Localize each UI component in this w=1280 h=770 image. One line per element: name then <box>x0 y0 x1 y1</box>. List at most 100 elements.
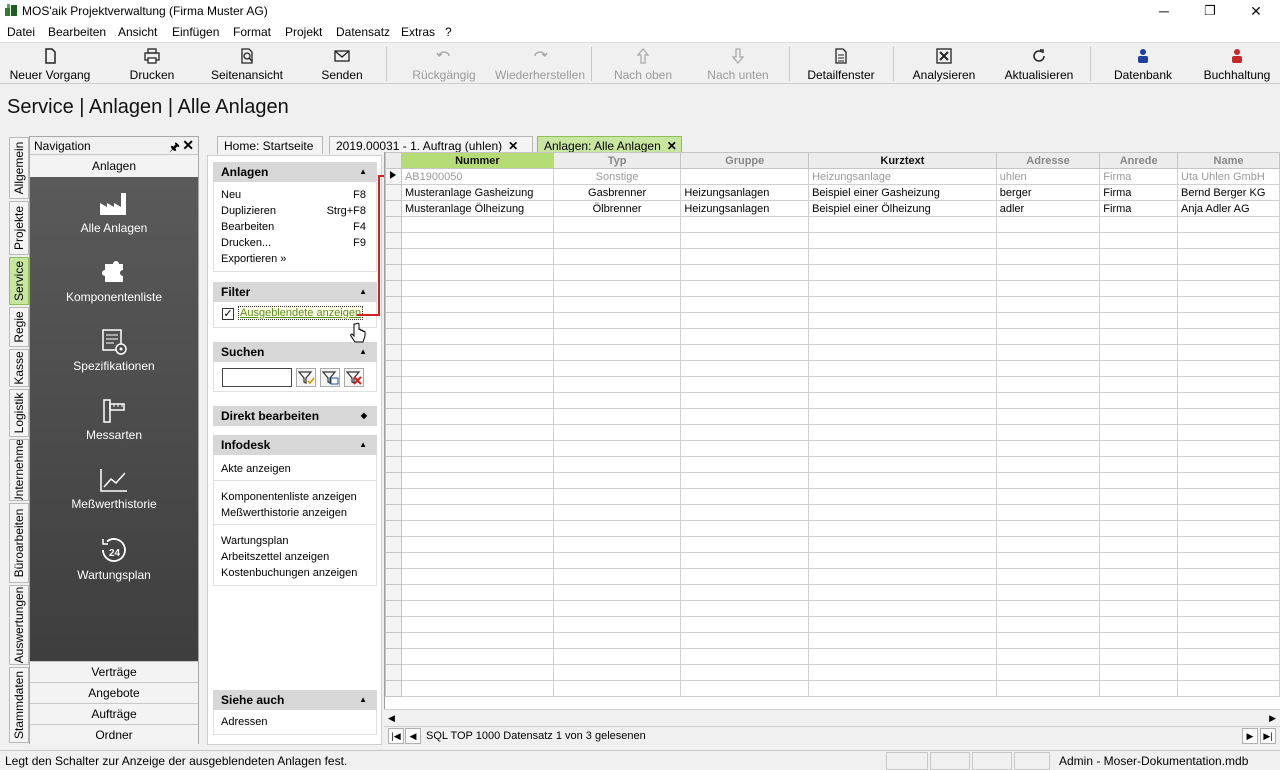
table-row-new[interactable]: AB1900050 Sonstige Heizungsanlage uhlen … <box>385 168 1280 185</box>
next-record-button[interactable]: ▶ <box>1242 728 1258 744</box>
print-button[interactable]: Drucken <box>120 43 184 83</box>
move-down-button[interactable]: Nach unten <box>700 43 776 83</box>
task-group-header[interactable]: Siehe auch ▲ <box>213 690 377 710</box>
cell[interactable]: Beispiel einer Gasheizung <box>808 184 997 201</box>
tab-stammdaten[interactable]: Stammdaten <box>9 667 29 743</box>
task-wartungsplan[interactable]: Wartungsplan <box>214 533 376 549</box>
menu-format[interactable]: Format <box>233 25 271 39</box>
cell[interactable]: Musteranlage Ölheizung <box>400 200 554 217</box>
minimize-button[interactable]: ─ <box>1141 0 1187 22</box>
analyze-button[interactable]: Analysieren <box>908 43 980 83</box>
menu-extras[interactable]: Extras <box>401 25 435 39</box>
menu-einfuegen[interactable]: Einfügen <box>172 25 219 39</box>
move-up-button[interactable]: Nach oben <box>608 43 678 83</box>
filter-edit-button[interactable] <box>320 368 340 387</box>
task-neu[interactable]: Neu F8 <box>214 187 376 203</box>
close-button[interactable]: ✕ <box>1233 0 1279 22</box>
close-icon[interactable]: ✕ <box>182 137 194 154</box>
tab-projekte[interactable]: Projekte <box>9 201 29 255</box>
cell[interactable]: AB1900050 <box>400 168 554 185</box>
column-header-gruppe[interactable]: Gruppe <box>680 152 810 169</box>
tab-regie[interactable]: Regie <box>9 307 29 347</box>
cell[interactable]: Uta Uhlen GmbH <box>1177 168 1280 185</box>
nav-item-messarten[interactable]: Messarten <box>30 398 198 442</box>
show-hidden-checkbox[interactable]: ✓ <box>222 308 234 320</box>
cell[interactable] <box>680 168 810 185</box>
menu-datei[interactable]: Datei <box>7 25 35 39</box>
nav-section-angebote[interactable]: Angebote <box>30 682 198 703</box>
cell[interactable]: Musteranlage Gasheizung <box>400 184 554 201</box>
tab-allgemein[interactable]: Allgemein <box>9 137 29 199</box>
tab-service[interactable]: Service <box>9 257 29 305</box>
task-group-header[interactable]: Anlagen ▲ <box>213 162 377 182</box>
menu-bearbeiten[interactable]: Bearbeiten <box>48 25 106 39</box>
column-header-kurztext[interactable]: Kurztext <box>808 152 997 169</box>
cell[interactable]: Firma <box>1099 168 1179 185</box>
nav-section-auftraege[interactable]: Aufträge <box>30 703 198 724</box>
task-akte-anzeigen[interactable]: Akte anzeigen <box>214 461 376 477</box>
redo-button[interactable]: Wiederherstellen <box>494 43 586 83</box>
nav-item-wartungsplan[interactable]: 24 Wartungsplan <box>30 536 198 582</box>
menu-projekt[interactable]: Projekt <box>285 25 322 39</box>
nav-item-spezifikationen[interactable]: Spezifikationen <box>30 329 198 373</box>
nav-item-messwerthistorie[interactable]: Meßwerthistorie <box>30 467 198 511</box>
show-hidden-label[interactable]: Ausgeblendete anzeigen <box>238 306 364 320</box>
tab-home[interactable]: Home: Startseite <box>217 136 323 154</box>
new-process-button[interactable]: Neuer Vorgang <box>4 43 96 83</box>
task-group-header[interactable]: Infodesk ▲ <box>213 435 377 455</box>
nav-item-komponentenliste[interactable]: Komponentenliste <box>30 260 198 304</box>
horizontal-scrollbar[interactable]: ◀ ▶ <box>384 709 1280 726</box>
cell[interactable]: Heizungsanlagen <box>680 184 810 201</box>
tab-kasse[interactable]: Kasse <box>9 349 29 387</box>
task-drucken[interactable]: Drucken... F9 <box>214 235 376 251</box>
tab-unternehmer[interactable]: Unternehmer <box>9 439 29 501</box>
column-header-name[interactable]: Name <box>1177 152 1280 169</box>
tab-bueroarbeiten[interactable]: Büroarbeiten <box>9 503 29 583</box>
tab-auswertungen[interactable]: Auswertungen <box>9 585 29 665</box>
cell[interactable]: Beispiel einer Ölheizung <box>808 200 997 217</box>
first-record-button[interactable]: |◀ <box>388 728 404 744</box>
task-messwerthistorie-anzeigen[interactable]: Meßwerthistorie anzeigen <box>214 505 376 521</box>
cell[interactable]: Heizungsanlagen <box>680 200 810 217</box>
task-kostenbuchungen-anzeigen[interactable]: Kostenbuchungen anzeigen <box>214 565 376 581</box>
database-button[interactable]: Datenbank <box>1108 43 1178 83</box>
cell[interactable]: Firma <box>1099 184 1179 201</box>
cell[interactable]: Anja Adler AG <box>1177 200 1280 217</box>
tab-logistik[interactable]: Logistik <box>9 389 29 437</box>
search-input[interactable] <box>222 368 292 387</box>
task-group-header[interactable]: Direkt bearbeiten ◆ <box>213 406 377 426</box>
table-row[interactable]: Musteranlage Gasheizung Gasbrenner Heizu… <box>385 184 1280 201</box>
task-exportieren[interactable]: Exportieren » <box>214 251 376 267</box>
task-group-header[interactable]: Filter ▲ <box>213 282 377 302</box>
menu-datensatz[interactable]: Datensatz <box>336 25 390 39</box>
close-tab-icon[interactable]: ✕ <box>508 139 518 153</box>
column-header-nummer[interactable]: Nummer <box>400 152 554 169</box>
task-duplizieren[interactable]: Duplizieren Strg+F8 <box>214 203 376 219</box>
nav-section-ordner[interactable]: Ordner <box>30 724 198 745</box>
prev-record-button[interactable]: ◀ <box>405 728 421 744</box>
scroll-right-icon[interactable]: ▶ <box>1269 713 1276 724</box>
last-record-button[interactable]: ▶| <box>1260 728 1276 744</box>
refresh-button[interactable]: Aktualisieren <box>1000 43 1078 83</box>
undo-button[interactable]: Rückgängig <box>408 43 480 83</box>
cell[interactable]: adler <box>995 200 1101 217</box>
table-row[interactable]: Musteranlage Ölheizung Ölbrenner Heizung… <box>385 200 1280 217</box>
cell[interactable]: Gasbrenner <box>552 184 682 201</box>
task-adressen[interactable]: Adressen <box>214 714 376 730</box>
nav-section-vertraege[interactable]: Verträge <box>30 661 198 682</box>
column-header-anrede[interactable]: Anrede <box>1099 152 1179 169</box>
scroll-left-icon[interactable]: ◀ <box>388 713 395 724</box>
task-komponentenliste-anzeigen[interactable]: Komponentenliste anzeigen <box>214 489 376 505</box>
column-header-adresse[interactable]: Adresse <box>995 152 1101 169</box>
nav-section-anlagen[interactable]: Anlagen <box>30 156 198 177</box>
cell[interactable]: Sonstige <box>552 168 682 185</box>
cell[interactable]: Ölbrenner <box>552 200 682 217</box>
task-bearbeiten[interactable]: Bearbeiten F4 <box>214 219 376 235</box>
cell[interactable]: berger <box>995 184 1101 201</box>
cell[interactable]: uhlen <box>995 168 1101 185</box>
menu-help[interactable]: ? <box>445 25 452 39</box>
menu-ansicht[interactable]: Ansicht <box>118 25 157 39</box>
cell[interactable]: Heizungsanlage <box>808 168 997 185</box>
column-header-typ[interactable]: Typ <box>552 152 682 169</box>
nav-item-alle-anlagen[interactable]: Alle Anlagen <box>30 191 198 235</box>
